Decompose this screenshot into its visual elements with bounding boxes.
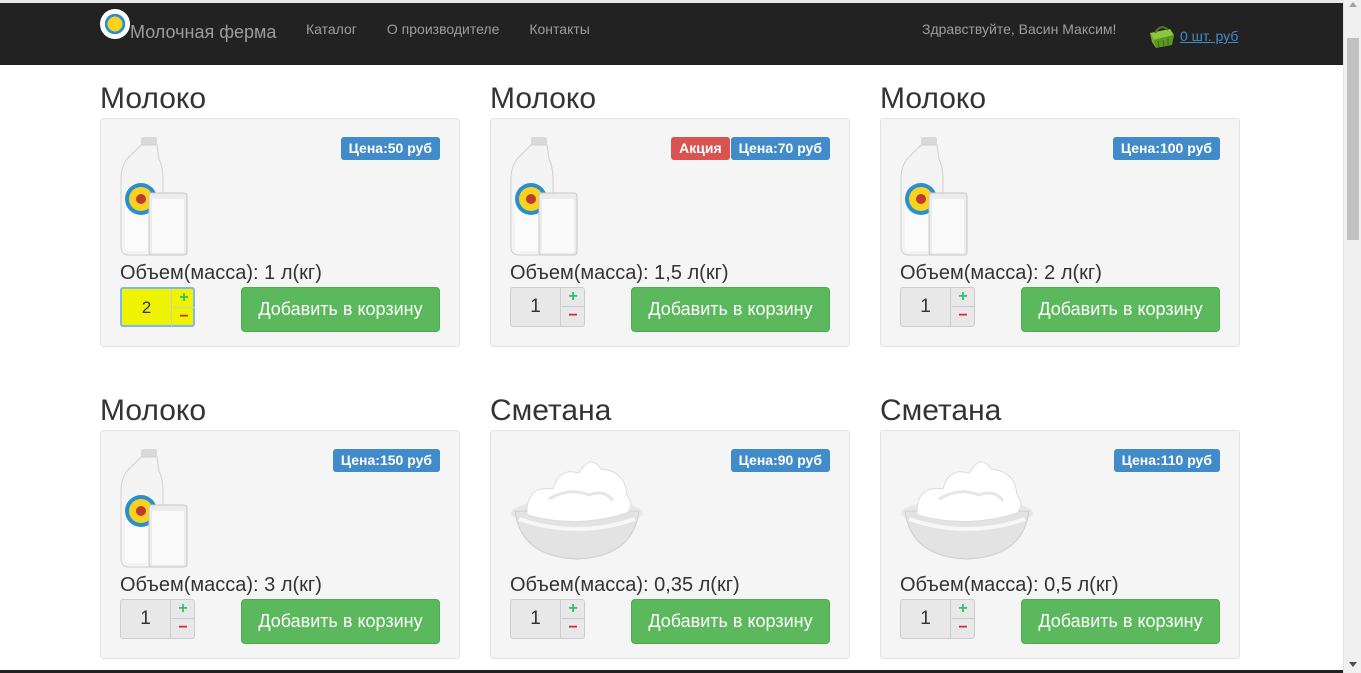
product-panel: Цена:90 руб Объем(масса): 0,35 л(кг) 1 +…	[490, 430, 850, 659]
product-title: Молоко	[490, 82, 597, 115]
quantity-input[interactable]: 1	[901, 288, 951, 326]
product-card: Молоко Цена:150 руб Объем(масса): 3 л(кг…	[100, 391, 460, 673]
minus-icon[interactable]: −	[173, 308, 195, 327]
minus-icon[interactable]: −	[562, 619, 584, 638]
quantity-stepper[interactable]: 1 + −	[900, 287, 975, 327]
product-card: Молоко Цена:100 руб Объем(масса): 2 л(кг…	[880, 79, 1240, 369]
quantity-input[interactable]: 1	[901, 600, 951, 638]
product-panel: Цена:50 руб Объем(масса): 1 л(кг) 2 + − …	[100, 118, 460, 347]
product-volume: Объем(масса): 0,5 л(кг)	[900, 574, 1119, 596]
plus-icon[interactable]: +	[172, 600, 194, 619]
product-title: Молоко	[100, 82, 207, 115]
milk-bottle-image	[899, 137, 1039, 259]
plus-icon[interactable]: +	[173, 289, 195, 308]
plus-icon[interactable]: +	[952, 600, 974, 619]
add-to-cart-button[interactable]: Добавить в корзину	[1021, 599, 1220, 644]
quantity-input[interactable]: 1	[511, 288, 561, 326]
brand[interactable]: Молочная ферма	[100, 6, 276, 54]
badges: Цена:100 руб	[1112, 137, 1220, 160]
scroll-down-arrow-icon[interactable]	[1349, 662, 1357, 667]
plus-icon[interactable]: +	[562, 600, 584, 619]
product-volume: Объем(масса): 3 л(кг)	[120, 574, 322, 596]
product-card: Молоко Цена:50 руб Объем(масса): 1 л(кг)…	[100, 79, 460, 369]
badges: Цена:50 руб	[340, 137, 440, 160]
minus-icon[interactable]: −	[172, 619, 194, 638]
quantity-input[interactable]: 1	[511, 600, 561, 638]
add-to-cart-button[interactable]: Добавить в корзину	[241, 287, 440, 332]
milk-bottle-image	[119, 449, 259, 571]
user-greeting: Здравствуйте, Васин Максим!	[922, 21, 1117, 37]
quantity-input[interactable]: 1	[121, 600, 171, 638]
add-to-cart-button[interactable]: Добавить в корзину	[1021, 287, 1220, 332]
minus-icon[interactable]: −	[952, 619, 974, 638]
quantity-input[interactable]: 2	[122, 289, 172, 327]
product-title: Молоко	[880, 82, 987, 115]
brand-name[interactable]: Молочная ферма	[130, 22, 276, 43]
minus-icon[interactable]: −	[952, 307, 974, 326]
product-card: Молоко Акция Цена:70 руб Объем(масса): 1…	[490, 79, 850, 369]
cart-summary-link[interactable]: 0 шт. руб	[1180, 28, 1238, 44]
promo-badge: Акция	[671, 137, 730, 160]
price-badge: Цена:100 руб	[1112, 137, 1220, 160]
price-badge: Цена:150 руб	[332, 449, 440, 472]
price-badge: Цена:50 руб	[340, 137, 440, 160]
add-to-cart-button[interactable]: Добавить в корзину	[631, 287, 830, 332]
product-volume: Объем(масса): 0,35 л(кг)	[510, 574, 740, 596]
sour-cream-bowl-image	[899, 449, 1039, 571]
product-volume: Объем(масса): 2 л(кг)	[900, 262, 1102, 284]
nav-item-catalog[interactable]: Каталог	[306, 21, 357, 37]
cart[interactable]: 0 шт. руб	[1148, 23, 1238, 49]
badges: Акция Цена:70 руб	[671, 137, 830, 160]
product-title: Молоко	[100, 394, 207, 427]
product-volume: Объем(масса): 1 л(кг)	[120, 262, 322, 284]
product-panel: Цена:100 руб Объем(масса): 2 л(кг) 1 + −…	[880, 118, 1240, 347]
milk-bottle-image	[509, 137, 649, 259]
quantity-stepper[interactable]: 1 + −	[510, 287, 585, 327]
basket-icon[interactable]	[1148, 23, 1176, 49]
farm-logo-icon	[100, 9, 130, 39]
price-badge: Цена:70 руб	[730, 137, 830, 160]
badges: Цена:110 руб	[1113, 449, 1220, 472]
quantity-stepper[interactable]: 1 + −	[120, 599, 195, 639]
product-card: Сметана Цена:110 руб Объем(масса): 0,5 л…	[880, 391, 1240, 673]
add-to-cart-button[interactable]: Добавить в корзину	[241, 599, 440, 644]
product-panel: Акция Цена:70 руб Объем(масса): 1,5 л(кг…	[490, 118, 850, 347]
price-badge: Цена:110 руб	[1113, 449, 1220, 472]
badges: Цена:150 руб	[332, 449, 440, 472]
page-scrollbar[interactable]	[1343, 0, 1361, 673]
nav-links: Каталог О производителе Контакты	[306, 21, 590, 37]
nav-item-contacts[interactable]: Контакты	[529, 21, 589, 37]
add-to-cart-button[interactable]: Добавить в корзину	[631, 599, 830, 644]
badges: Цена:90 руб	[730, 449, 830, 472]
sour-cream-bowl-image	[509, 449, 649, 571]
quantity-stepper[interactable]: 1 + −	[510, 599, 585, 639]
product-title: Сметана	[490, 394, 612, 427]
quantity-stepper[interactable]: 1 + −	[900, 599, 975, 639]
plus-icon[interactable]: +	[562, 288, 584, 307]
plus-icon[interactable]: +	[952, 288, 974, 307]
scroll-thumb[interactable]	[1347, 38, 1359, 240]
price-badge: Цена:90 руб	[730, 449, 830, 472]
scroll-up-arrow-icon[interactable]	[1349, 2, 1357, 7]
quantity-stepper[interactable]: 2 + −	[120, 287, 195, 327]
nav-item-about-producer[interactable]: О производителе	[387, 21, 499, 37]
minus-icon[interactable]: −	[562, 307, 584, 326]
product-title: Сметана	[880, 394, 1002, 427]
product-volume: Объем(масса): 1,5 л(кг)	[510, 262, 729, 284]
milk-bottle-image	[119, 137, 259, 259]
product-card: Сметана Цена:90 руб Объем(масса): 0,35 л…	[490, 391, 850, 673]
product-panel: Цена:150 руб Объем(масса): 3 л(кг) 1 + −…	[100, 430, 460, 659]
navbar: Молочная ферма Каталог О производителе К…	[0, 0, 1343, 65]
product-panel: Цена:110 руб Объем(масса): 0,5 л(кг) 1 +…	[880, 430, 1240, 659]
